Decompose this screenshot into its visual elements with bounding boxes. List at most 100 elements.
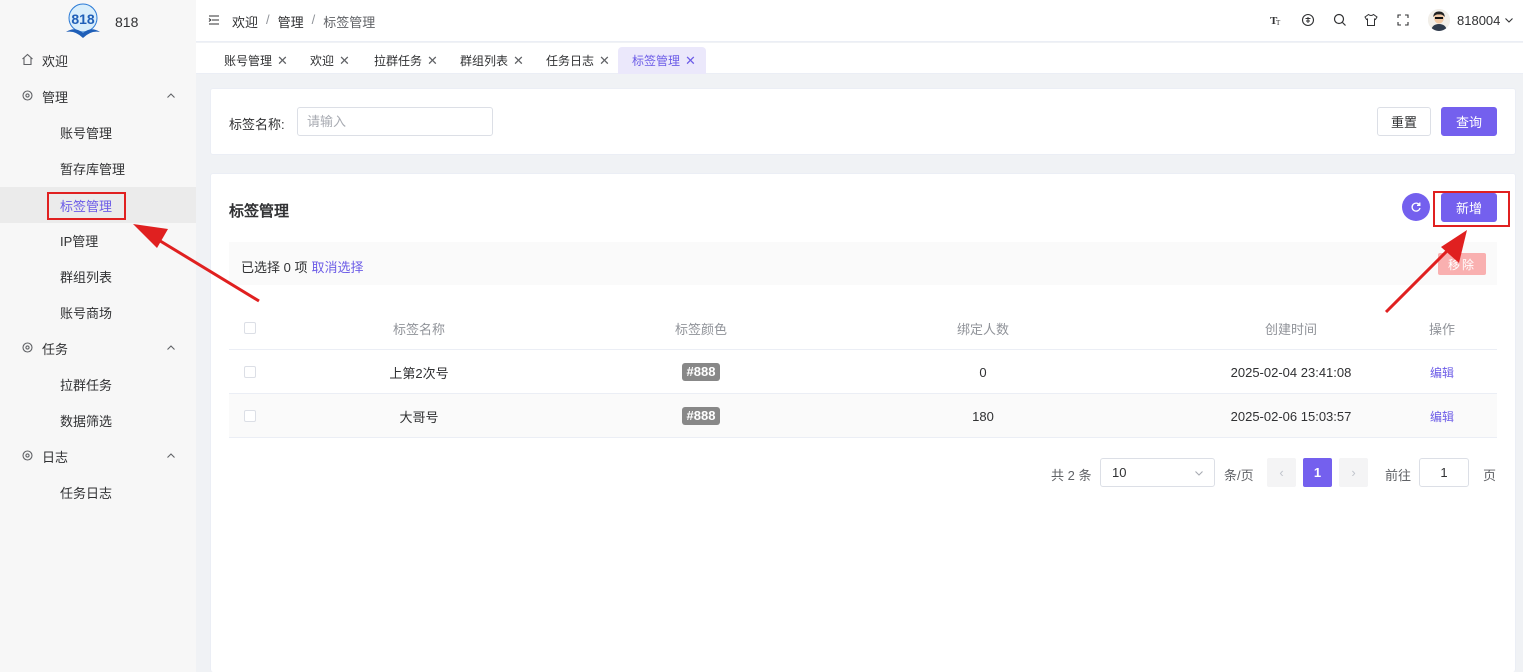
created-time-cell: 2025-02-04 23:41:08 [1230, 364, 1352, 380]
tab-label: 欢迎 [310, 54, 335, 68]
avatar [1428, 9, 1450, 31]
breadcrumb-current: 标签管理 [323, 15, 376, 30]
menu-toggle-icon[interactable] [208, 14, 220, 26]
color-tag: #888 [681, 407, 721, 425]
sidebar-item-label: 数据筛选 [60, 413, 113, 429]
tag-name-label: 标签名称: [229, 117, 285, 132]
sidebar-item-tasks[interactable]: 任务 [0, 330, 196, 366]
sidebar-item-account-manage[interactable]: 账号管理 [0, 114, 196, 150]
svg-text:T: T [1276, 19, 1281, 27]
sidebar-item-data-filter[interactable]: 数据筛选 [0, 402, 196, 438]
tabs-bar: 账号管理 ✕ 欢迎 ✕ 拉群任务 ✕ 群组列表 ✕ 任务日志 ✕ 标签管理 ✕ [196, 43, 1523, 74]
tab-label: 任务日志 [546, 54, 595, 68]
app-logo: 818 [66, 3, 100, 38]
page-suffix: 页 [1483, 468, 1497, 483]
close-icon[interactable]: ✕ [685, 53, 696, 69]
goto-label: 前往 [1385, 468, 1412, 483]
search-card: 标签名称: 重置 查询 [210, 88, 1516, 155]
sidebar-item-label: 任务 [42, 341, 69, 357]
refresh-button[interactable] [1402, 193, 1430, 221]
sidebar-item-label: 欢迎 [42, 53, 69, 69]
bound-count-cell: 0 [979, 364, 987, 380]
sidebar-item-staging-manage[interactable]: 暂存库管理 [0, 150, 196, 186]
sidebar-item-group-list[interactable]: 群组列表 [0, 258, 196, 294]
column-header: 标签颜色 [674, 321, 727, 337]
tab-task-log[interactable]: 任务日志 ✕ [518, 47, 620, 74]
column-header: 操作 [1428, 321, 1455, 337]
chevron-down-icon [1505, 18, 1514, 23]
close-icon[interactable]: ✕ [599, 53, 610, 69]
fullscreen-icon[interactable] [1396, 13, 1410, 27]
search-icon[interactable] [1333, 13, 1347, 27]
tag-color-cell: #888 [621, 350, 781, 394]
column-header: 标签名称 [392, 321, 445, 337]
delete-button[interactable]: 移除 [1438, 253, 1486, 275]
sidebar-item-logs[interactable]: 日志 [0, 438, 196, 474]
sidebar-item-label: 管理 [42, 89, 69, 105]
annotation-highlight-box [47, 192, 126, 220]
sidebar-item-welcome[interactable]: 欢迎 [0, 42, 196, 78]
sidebar-item-task-log[interactable]: 任务日志 [0, 474, 196, 510]
page-size-select[interactable]: 10 [1100, 458, 1215, 487]
page-size-value: 10 [1112, 465, 1127, 480]
top-header: 欢迎 / 管理 / 标签管理 TT 818004 [196, 0, 1523, 42]
tab-label: 账号管理 [224, 54, 273, 68]
chevron-down-icon [1195, 471, 1203, 476]
page-number-button[interactable]: 1 [1303, 458, 1332, 487]
action-cell: 编辑 [1402, 394, 1482, 438]
username: 818004 [1457, 12, 1501, 28]
sidebar-item-label: 账号商场 [60, 305, 113, 321]
goto-page-input[interactable]: 1 [1419, 458, 1469, 487]
gear-icon [22, 90, 33, 101]
home-icon [22, 53, 33, 66]
breadcrumb-item[interactable]: 欢迎 [232, 12, 258, 31]
edit-link[interactable]: 编辑 [1430, 364, 1454, 381]
select-all-checkbox[interactable] [244, 322, 256, 334]
action-cell: 编辑 [1402, 350, 1482, 394]
tab-label: 拉群任务 [374, 54, 423, 68]
card-title: 标签管理 [229, 203, 290, 220]
prev-page-button[interactable]: ‹ [1267, 458, 1296, 487]
per-page-suffix: 条/页 [1224, 468, 1254, 483]
tab-tag-manage[interactable]: 标签管理 ✕ [618, 47, 706, 74]
created-time-cell: 2025-02-06 15:03:57 [1230, 408, 1352, 424]
row-checkbox[interactable] [244, 410, 256, 422]
sidebar-item-label: 账号管理 [60, 125, 113, 141]
tab-label: 群组列表 [460, 54, 509, 68]
sidebar-item-account-market[interactable]: 账号商场 [0, 294, 196, 330]
app-name: 818 [115, 14, 139, 30]
selection-count: 已选择 0 项 [241, 260, 308, 275]
selection-bar: 已选择 0 项取消选择 移除 [229, 242, 1497, 285]
chevron-right-icon: › [1351, 465, 1356, 480]
tag-name-cell: 上第2次号 [389, 365, 449, 381]
color-tag: #888 [681, 363, 721, 381]
reset-button[interactable]: 重置 [1377, 107, 1431, 136]
chevron-up-icon [167, 345, 175, 350]
sidebar-item-label: 拉群任务 [60, 377, 113, 393]
sidebar-item-ip-manage[interactable]: IP管理 [0, 222, 196, 258]
breadcrumb-item[interactable]: 管理 [278, 12, 304, 31]
row-checkbox[interactable] [244, 366, 256, 378]
chevron-up-icon [167, 93, 175, 98]
table-row: 上第2次号 #888 0 2025-02-04 23:41:08 编辑 [229, 350, 1497, 394]
table-header: 标签名称 标签颜色 绑定人数 创建时间 操作 [229, 306, 1497, 350]
query-button[interactable]: 查询 [1441, 107, 1497, 136]
font-size-icon[interactable]: TT [1269, 13, 1283, 27]
tab-label: 标签管理 [632, 54, 681, 68]
user-menu[interactable]: 818004 [1428, 9, 1514, 31]
selection-info: 已选择 0 项取消选择 [241, 257, 363, 276]
annotation-highlight-box [1433, 191, 1510, 227]
pagination-total: 共 2 条 [1051, 468, 1092, 483]
sidebar-item-manage[interactable]: 管理 [0, 78, 196, 114]
sidebar-item-label: 日志 [42, 449, 69, 465]
sidebar-item-pull-group-task[interactable]: 拉群任务 [0, 366, 196, 402]
next-page-button[interactable]: › [1339, 458, 1368, 487]
edit-link[interactable]: 编辑 [1430, 408, 1454, 425]
tag-name-input[interactable] [297, 107, 493, 136]
language-icon[interactable] [1301, 13, 1315, 27]
theme-icon[interactable] [1364, 13, 1378, 27]
sidebar-item-label: 暂存库管理 [60, 161, 126, 177]
cancel-selection-link[interactable]: 取消选择 [311, 260, 363, 275]
breadcrumb-separator: / [311, 12, 316, 27]
column-header: 创建时间 [1264, 321, 1317, 337]
